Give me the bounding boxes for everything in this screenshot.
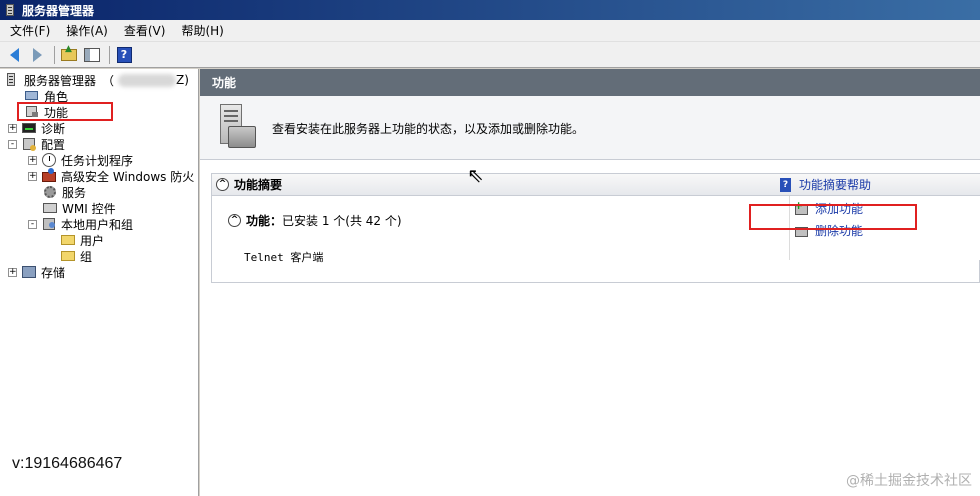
help-button[interactable]: ? <box>114 45 134 65</box>
console-tree: 服务器管理器 （ Z) 角色 功能 + 诊断 - 配置 + 任务计划程序 + 高… <box>0 69 199 496</box>
redacted-server-name <box>118 73 177 87</box>
contact-overlay-text: v:19164686467 <box>12 455 123 472</box>
show-hide-tree-button[interactable] <box>82 45 102 65</box>
tree-item-storage[interactable]: + 存储 <box>8 264 65 280</box>
tree-item-wmi[interactable]: WMI 控件 <box>42 200 116 216</box>
tree-item-label: 诊断 <box>41 121 66 136</box>
folder-icon <box>60 232 76 248</box>
tree-root-label: 服务器管理器 <box>24 73 97 88</box>
title-bar: 服务器管理器 <box>0 0 980 20</box>
tree-item-groups[interactable]: 组 <box>60 248 92 264</box>
collapse-icon[interactable]: ^ <box>216 178 229 191</box>
expand-icon[interactable]: + <box>28 155 37 165</box>
mouse-cursor-icon: ⇖ <box>467 163 484 187</box>
menu-bar: 文件(F) 操作(A) 查看(V) 帮助(H) <box>0 20 980 42</box>
configuration-icon <box>21 136 37 152</box>
tree-item-diagnostics[interactable]: + 诊断 <box>8 120 65 136</box>
up-folder-icon <box>61 44 77 61</box>
pane-header: 功能 <box>200 69 980 96</box>
tree-root-paren-close: Z) <box>176 73 189 87</box>
tree-item-label: 高级安全 Windows 防火 <box>61 169 195 184</box>
toolbar: ? <box>0 42 980 68</box>
highlight-box-add-features <box>749 204 917 230</box>
menu-view[interactable]: 查看(V) <box>118 22 172 39</box>
tree-item-label: WMI 控件 <box>62 201 116 216</box>
back-button[interactable] <box>4 45 24 65</box>
tree-item-label: 配置 <box>41 137 66 152</box>
collapse-icon[interactable]: - <box>8 139 17 149</box>
tree-item-label: 服务 <box>62 185 87 200</box>
tree-item-label: 用户 <box>80 233 105 248</box>
menu-help[interactable]: 帮助(H) <box>175 22 229 39</box>
help-link-label: 功能摘要帮助 <box>799 178 872 192</box>
highlight-box-features <box>17 102 113 121</box>
watermark-text: @稀土掘金技术社区 <box>846 473 972 489</box>
collapse-icon[interactable]: ^ <box>228 214 241 227</box>
details-pane: 功能 查看安装在此服务器上功能的状态，以及添加或删除功能。 ^ 功能摘要 ^ 功… <box>200 69 980 496</box>
tree-item-label: 存储 <box>41 265 66 280</box>
menu-file[interactable]: 文件(F) <box>4 22 56 39</box>
pane-title: 功能 <box>212 76 237 90</box>
up-one-level-button[interactable] <box>59 44 79 65</box>
firewall-icon <box>41 168 57 184</box>
tree-item-local-users-groups[interactable]: - 本地用户和组 <box>28 216 133 232</box>
toolbar-separator <box>54 45 55 64</box>
back-icon <box>9 47 19 62</box>
server-icon <box>4 72 20 88</box>
installed-features-header[interactable]: ^ 功能： 已安装 1 个(共 42 个) <box>228 212 402 229</box>
tree-item-label: 本地用户和组 <box>61 217 134 232</box>
forward-icon <box>32 47 42 62</box>
tree-item-services[interactable]: 服务 <box>42 184 86 200</box>
forward-button[interactable] <box>27 45 47 65</box>
storage-icon <box>21 264 37 280</box>
intro-text: 查看安装在此服务器上功能的状态，以及添加或删除功能。 <box>272 122 585 136</box>
menu-action[interactable]: 操作(A) <box>60 22 114 39</box>
folder-icon <box>60 248 76 264</box>
clock-icon <box>41 152 57 168</box>
installed-label: 功能： <box>246 214 283 228</box>
tree-item-label: 组 <box>80 249 93 264</box>
tree-item-configuration[interactable]: - 配置 <box>8 136 65 152</box>
expand-icon[interactable]: + <box>28 171 37 181</box>
help-icon: ? <box>116 46 132 63</box>
tree-item-firewall[interactable]: + 高级安全 Windows 防火 <box>28 168 194 184</box>
toolbar-separator <box>109 45 110 64</box>
server-manager-window: 服务器管理器 文件(F) 操作(A) 查看(V) 帮助(H) ? 服务器管理器 … <box>0 0 980 496</box>
tree-item-task-scheduler[interactable]: + 任务计划程序 <box>28 152 133 168</box>
features-toolbox-icon <box>214 104 258 150</box>
collapse-icon[interactable]: - <box>28 219 37 229</box>
expand-icon[interactable]: + <box>8 267 17 277</box>
summary-title: 功能摘要 <box>234 178 283 192</box>
installed-feature-item: Telnet 客户端 <box>244 251 324 264</box>
tree-root-paren-open: （ <box>102 73 115 88</box>
wmi-icon <box>42 200 58 216</box>
tree-root-server-manager[interactable]: 服务器管理器 （ Z) <box>4 72 189 88</box>
diagnostics-icon <box>21 120 37 136</box>
show-hide-tree-icon <box>84 47 100 62</box>
tree-item-label: 任务计划程序 <box>61 153 134 168</box>
intro-banner: 查看安装在此服务器上功能的状态，以及添加或删除功能。 <box>200 96 980 160</box>
help-icon: ? <box>778 177 794 193</box>
expand-icon[interactable]: + <box>8 123 17 133</box>
installed-count: 已安装 1 个(共 42 个) <box>282 214 402 228</box>
window-title: 服务器管理器 <box>22 3 95 18</box>
server-manager-icon <box>4 3 18 17</box>
features-summary-help-link[interactable]: ? 功能摘要帮助 <box>778 176 871 193</box>
users-icon <box>41 216 57 232</box>
services-icon <box>42 184 58 200</box>
tree-item-users[interactable]: 用户 <box>60 232 104 248</box>
